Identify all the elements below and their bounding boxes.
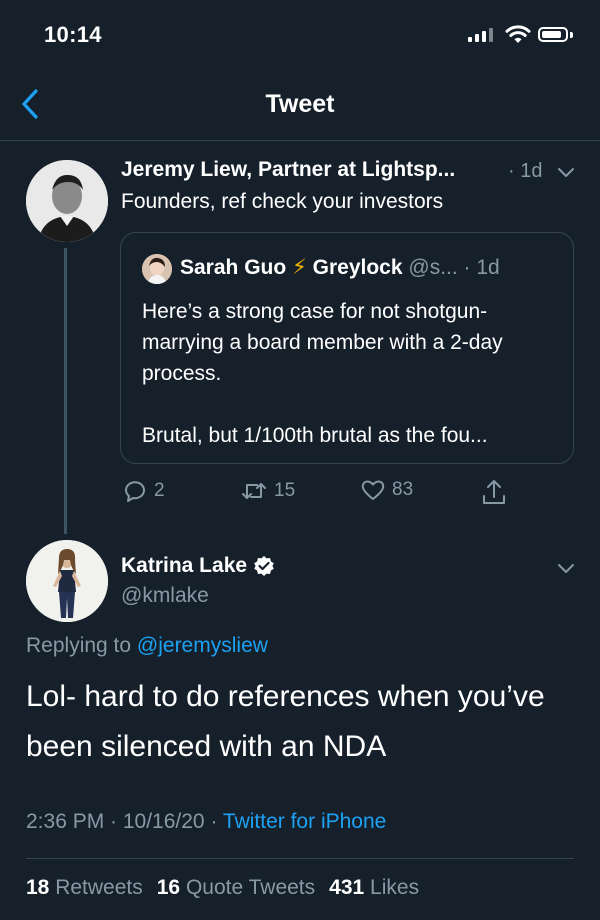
wifi-icon: [505, 25, 531, 43]
replying-to: Replying to @jeremysliew: [26, 634, 268, 658]
retweets-count: 18: [26, 876, 50, 899]
avatar-jeremy-liew[interactable]: [26, 160, 108, 242]
retweet-button[interactable]: 15: [240, 478, 295, 504]
reply-icon: [125, 481, 145, 502]
quoted-tweet-header: Sarah Guo ⚡ Greylock @s... · 1d: [180, 255, 500, 280]
lightning-emoji-icon: ⚡: [292, 256, 307, 279]
quoted-author-name: Sarah Guo: [180, 256, 287, 279]
status-time: 10:14: [44, 22, 102, 47]
reply-count: 2: [154, 480, 165, 501]
quoted-handle-age: @s... · 1d: [408, 256, 500, 279]
reply-button[interactable]: 2: [122, 478, 165, 504]
retweets-label: Retweets: [55, 876, 143, 899]
like-button[interactable]: 83: [360, 478, 413, 502]
tweet-timestamp: 2:36 PM · 10/16/20 · Twitter for iPhone: [26, 810, 386, 834]
tweet-stats: 18 Retweets 16 Quote Tweets 431 Likes: [26, 876, 419, 900]
battery-icon: [538, 27, 568, 42]
quote-tweets-stat[interactable]: 16 Quote Tweets: [157, 876, 315, 900]
like-count: 83: [392, 479, 414, 500]
tweet-source-link[interactable]: Twitter for iPhone: [223, 810, 386, 833]
share-icon[interactable]: [481, 478, 507, 506]
likes-stat[interactable]: 431 Likes: [329, 876, 419, 900]
quoted-tweet-text: Here’s a strong case for not shotgun-mar…: [142, 296, 562, 451]
likes-label: Likes: [370, 876, 420, 899]
main-tweet-text: Lol- hard to do references when you’ve b…: [26, 680, 545, 763]
header-divider: [0, 140, 600, 141]
replying-to-label: Replying to: [26, 634, 132, 657]
thread-connector-line: [64, 248, 67, 534]
parent-author-name[interactable]: Jeremy Liew, Partner at Lightsp...: [121, 158, 455, 182]
chevron-down-icon[interactable]: [556, 166, 576, 180]
likes-count: 431: [329, 876, 365, 899]
quoted-paragraph: Brutal, but 1/100th brutal as the fou...: [142, 424, 488, 447]
parent-tweet-text: Founders, ref check your investors: [121, 190, 444, 213]
quote-tweets-count: 16: [156, 876, 181, 899]
retweet-count: 15: [274, 480, 296, 501]
avatar-sarah-guo: [142, 254, 172, 284]
page-title: Tweet: [265, 90, 335, 118]
verified-badge-icon: [254, 556, 274, 576]
chevron-down-icon[interactable]: [556, 562, 576, 576]
main-author[interactable]: Katrina Lake: [121, 554, 275, 578]
replying-to-handle-link[interactable]: @jeremysliew: [137, 634, 268, 657]
heart-icon: [361, 480, 385, 500]
quoted-paragraph: Here’s a strong case for not shotgun-mar…: [142, 300, 503, 385]
quote-tweets-label: Quote Tweets: [185, 876, 316, 899]
cellular-signal-icon: [468, 28, 493, 42]
main-author-name: Katrina Lake: [121, 554, 248, 577]
main-author-handle[interactable]: @kmlake: [121, 584, 209, 608]
tweet-time-date: 2:36 PM · 10/16/20 ·: [26, 810, 218, 833]
retweet-icon: [242, 483, 266, 499]
avatar-katrina-lake[interactable]: [26, 540, 108, 622]
parent-tweet-age: · 1d: [508, 160, 543, 182]
quoted-author-affiliation: Greylock: [312, 256, 403, 279]
retweets-stat[interactable]: 18 Retweets: [26, 876, 143, 900]
stats-divider: [26, 858, 574, 859]
